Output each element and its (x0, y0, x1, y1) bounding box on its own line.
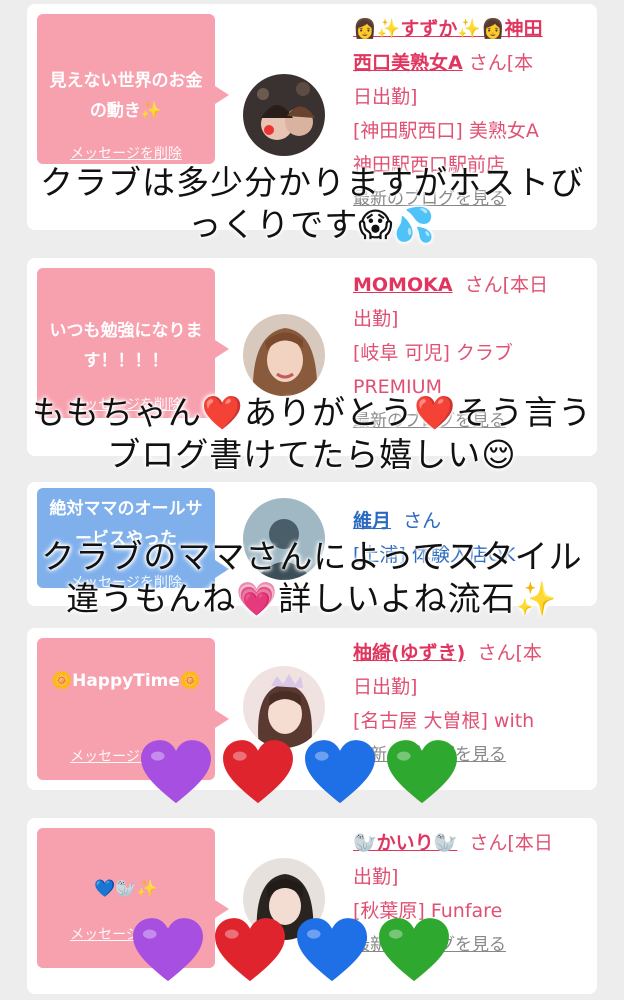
message-text: 🌼HappyTime🌼 (50, 671, 202, 691)
purple-heart-icon (141, 740, 211, 804)
status-text: 出勤] (353, 866, 399, 888)
san-label: さん[本日 (469, 832, 553, 854)
area-text: [岐阜 可児] クラブ (353, 342, 513, 364)
san-label: さん[本 (468, 52, 534, 74)
san-label: さん[本 (477, 642, 542, 664)
message-text: 💙🦭✨ (94, 879, 158, 899)
user-name[interactable]: 🦭かいり🦭 (353, 832, 457, 854)
caption-3: クラブのママさんによってスタイル 違うもんね💗詳しいよね流石✨ (0, 536, 624, 620)
user-name[interactable]: 維月 (353, 510, 391, 532)
san-label: さん (403, 510, 442, 532)
blue-heart-icon (297, 918, 367, 982)
caption-1-line-1: クラブは多少分かりますがホストび (40, 163, 584, 202)
caption-2: ももちゃん❤️ありがとう❤️そう言う ブログ書けてたら嬉しい😌 (0, 392, 624, 476)
heart-row-1 (138, 734, 460, 810)
red-heart-icon (215, 918, 285, 982)
area-text: [名古屋 大曽根] with (353, 710, 535, 732)
caption-2-line-1: ももちゃん❤️ありがとう❤️そう言う (31, 393, 593, 432)
caption-1-line-2: っくりです😱💦 (188, 205, 436, 244)
status-text: 出勤] (353, 308, 399, 330)
caption-3-line-1: クラブのママさんによってスタイル (41, 537, 583, 576)
user-name[interactable]: 柚綺(ゆずき) (353, 642, 465, 664)
red-heart-icon (223, 740, 293, 804)
user-name[interactable]: 👩✨すずか✨👩神田 (353, 18, 543, 40)
green-heart-icon (379, 918, 449, 982)
caption-1: クラブは多少分かりますがホストび っくりです😱💦 (0, 162, 624, 246)
area-text: [神田駅西口] 美熟女A (353, 120, 539, 142)
status-text: 日出勤] (353, 676, 418, 698)
caption-3-line-2: 違うもんね💗詳しいよね流石✨ (66, 579, 558, 618)
message-text: 見えない世界のお金の動き✨ (49, 71, 203, 121)
status-text: 日出勤] (353, 86, 418, 108)
blue-heart-icon (305, 740, 375, 804)
avatar[interactable] (243, 74, 325, 156)
heart-row-2 (130, 912, 452, 988)
message-bubble: 見えない世界のお金の動き✨ メッセージを削除 (37, 14, 229, 164)
avatar[interactable] (243, 314, 325, 396)
purple-heart-icon (133, 918, 203, 982)
caption-2-line-2: ブログ書けてたら嬉しい😌 (107, 435, 517, 474)
green-heart-icon (387, 740, 457, 804)
user-name[interactable]: MOMOKA (353, 274, 453, 296)
message-text: いつも勉強になります！！！！ (49, 321, 203, 371)
san-label: さん[本日 (464, 274, 549, 296)
user-name-cont[interactable]: 西口美熟女A (353, 52, 463, 74)
